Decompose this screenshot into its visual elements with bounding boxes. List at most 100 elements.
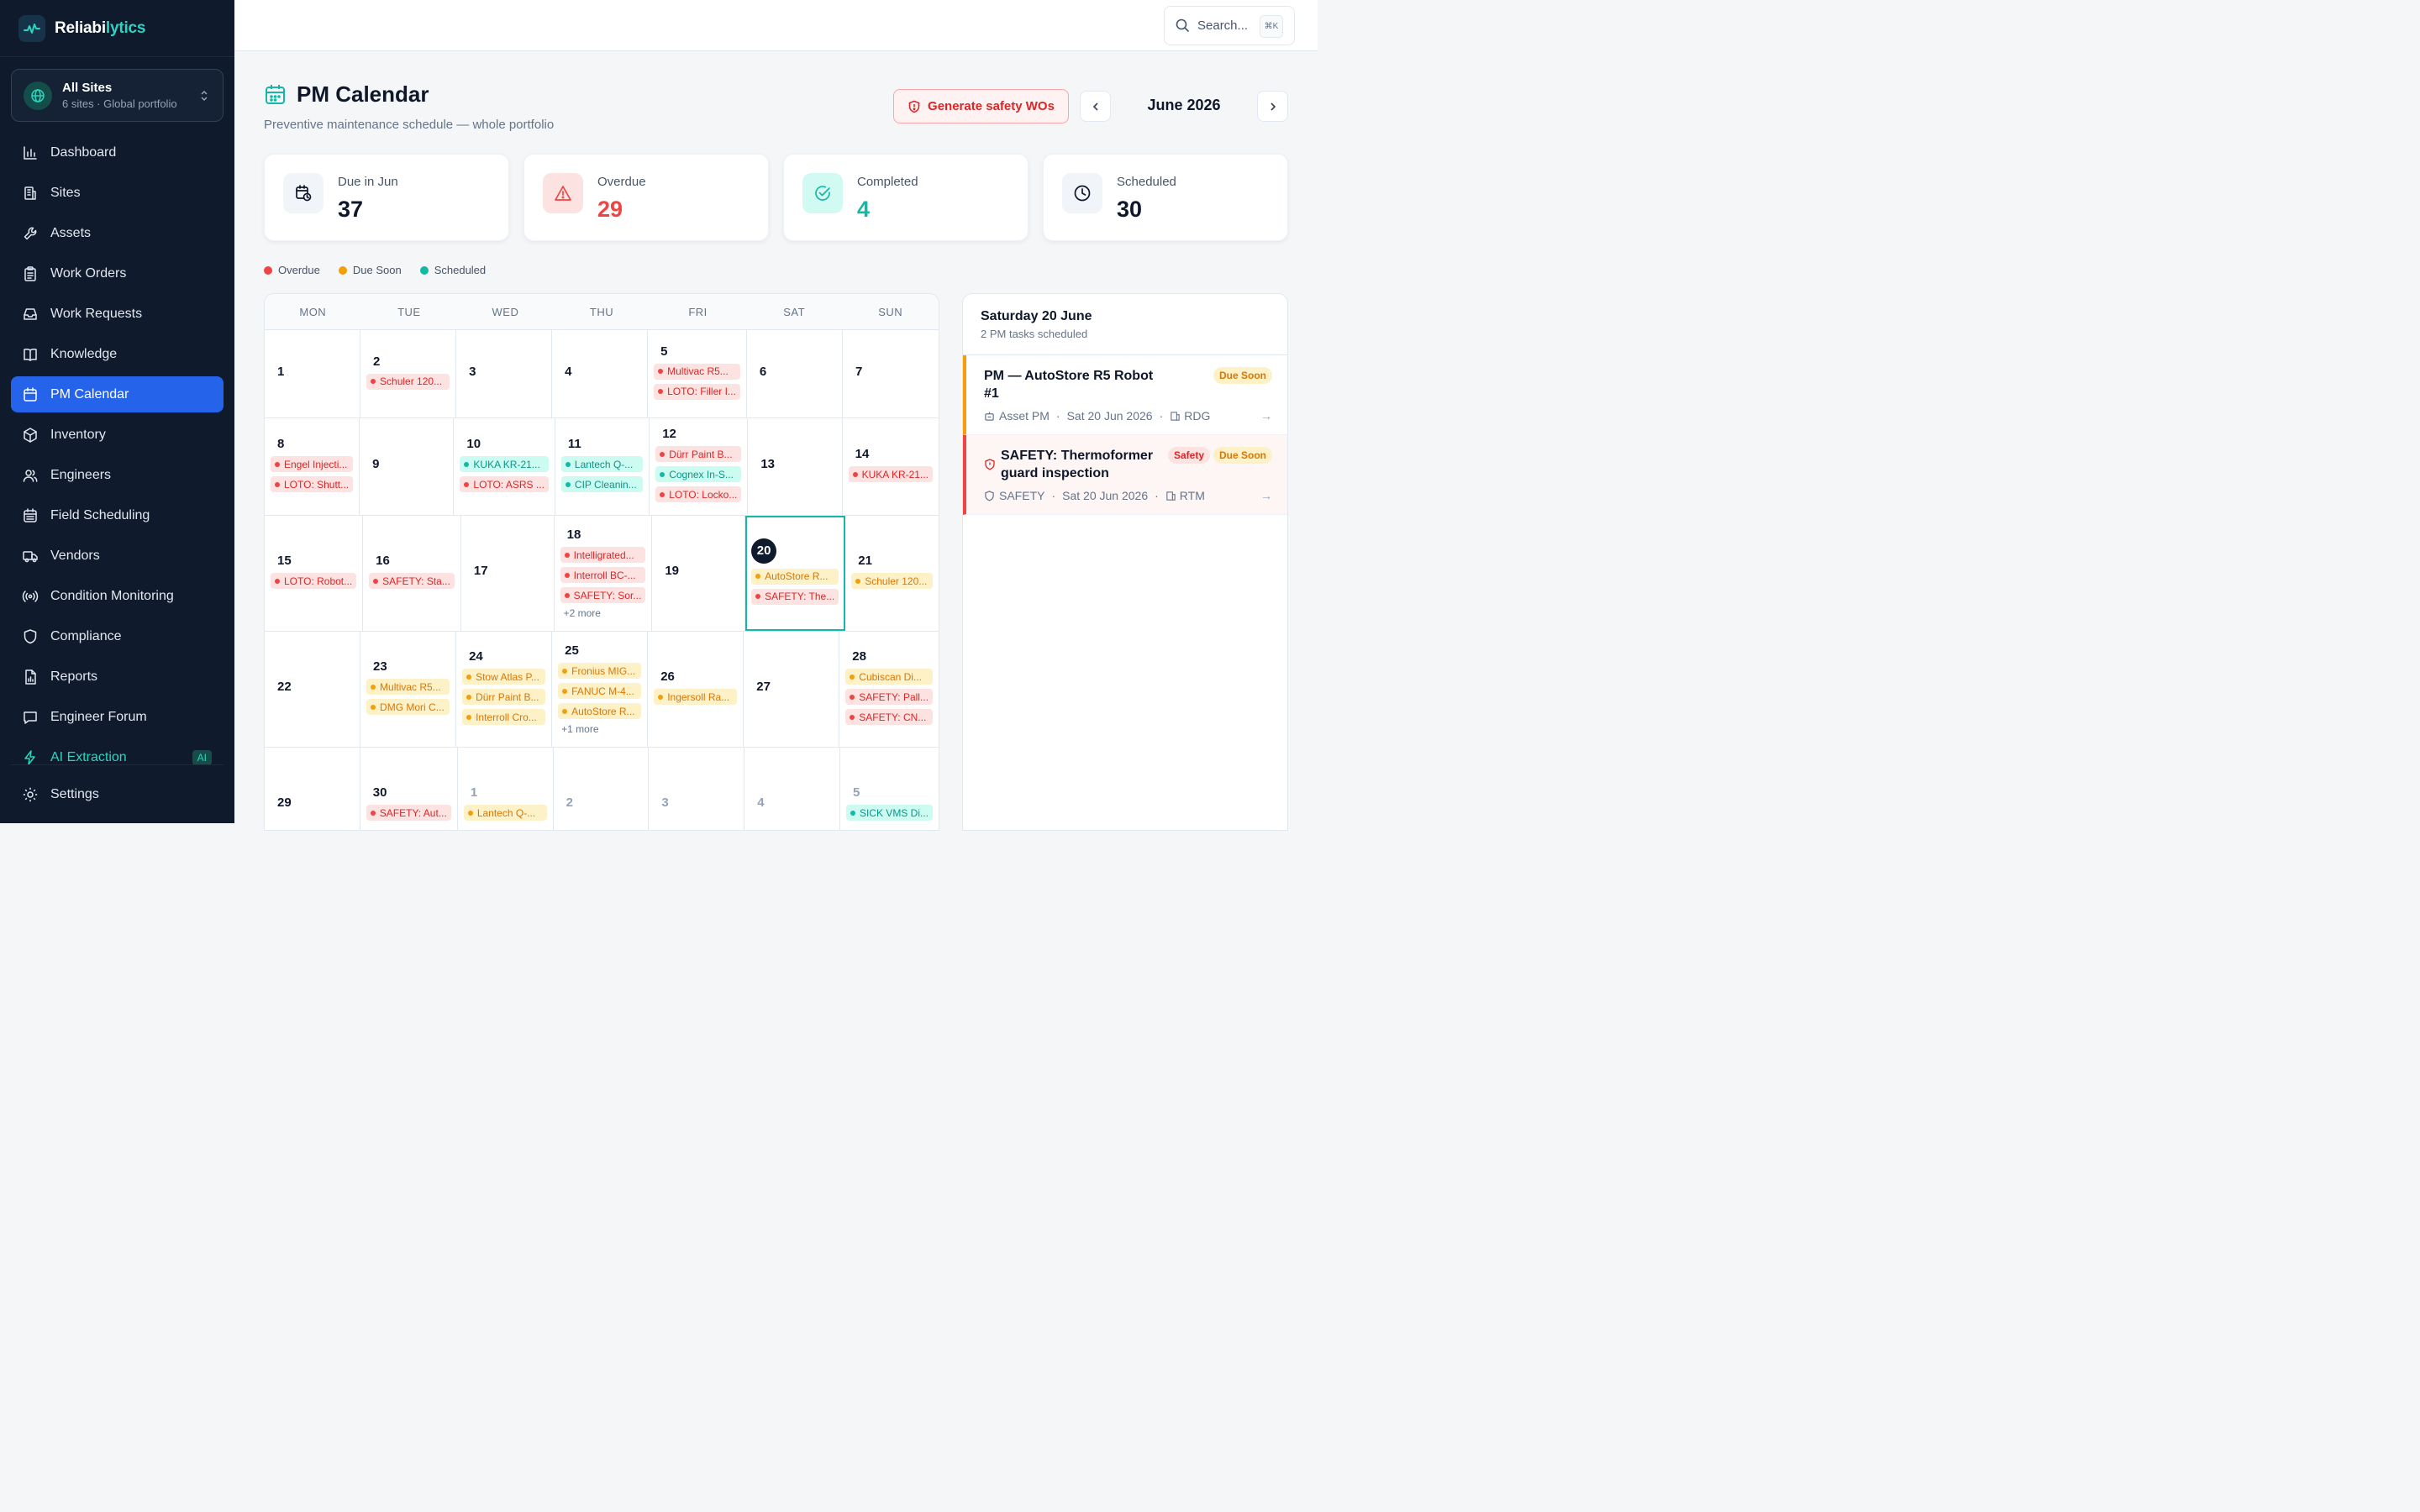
calendar-day-cell[interactable]: 15 LOTO: Robot... xyxy=(265,516,364,631)
calendar-day-cell[interactable]: 26 Ingersoll Ra... xyxy=(648,632,744,747)
calendar-event[interactable]: LOTO: Filler I... xyxy=(654,383,740,400)
sidebar-item-reports[interactable]: Reports xyxy=(11,659,224,695)
sidebar-item-engineers[interactable]: Engineers xyxy=(11,457,224,493)
sidebar-item-assets[interactable]: Assets xyxy=(11,215,224,251)
calendar-event[interactable]: CIP Cleanin... xyxy=(560,476,644,492)
calendar-day-cell[interactable]: 3 xyxy=(649,748,745,830)
calendar-event[interactable]: SICK VMS Di... xyxy=(845,805,933,821)
sidebar-item-compliance[interactable]: Compliance xyxy=(11,618,224,654)
calendar-event[interactable]: Cubiscan Di... xyxy=(845,669,933,685)
calendar-event[interactable]: Fronius MIG... xyxy=(558,663,642,679)
calendar-day-cell[interactable]: 8 Engel Injecti... LOTO: Shutt... xyxy=(265,418,360,515)
search-input[interactable]: Search... ⌘K xyxy=(1164,6,1295,45)
calendar-day-cell[interactable]: 5 SICK VMS Di... xyxy=(840,748,939,830)
calendar-event[interactable]: Multivac R5... xyxy=(654,363,740,380)
calendar-day-cell[interactable]: 23 Multivac R5... DMG Mori C... xyxy=(360,632,457,747)
calendar-event[interactable]: Intelligrated... xyxy=(560,547,646,563)
calendar-event[interactable]: Interroll Cro... xyxy=(462,709,546,725)
calendar-day-cell[interactable]: 30 SAFETY: Aut... xyxy=(360,748,458,830)
calendar-event-label: KUKA KR-21... xyxy=(473,458,540,470)
calendar-event[interactable]: Lantech Q-... xyxy=(560,456,644,472)
sidebar-item-condition-monitoring[interactable]: Condition Monitoring xyxy=(11,578,224,614)
calendar-day-cell[interactable]: 11 Lantech Q-... CIP Cleanin... xyxy=(555,418,650,515)
sidebar-item-sites[interactable]: Sites xyxy=(11,175,224,211)
calendar-event[interactable]: KUKA KR-21... xyxy=(460,456,549,472)
calendar-day-cell[interactable]: 12 Dürr Paint B... Cognex In-S... LOTO: Loc… xyxy=(650,418,749,515)
calendar-day-cell[interactable]: 6 xyxy=(747,330,843,417)
calendar-event[interactable]: AutoStore R... xyxy=(751,568,839,585)
sidebar-item-inventory[interactable]: Inventory xyxy=(11,417,224,453)
calendar-event[interactable]: Ingersoll Ra... xyxy=(654,689,738,705)
calendar-day-cell[interactable]: 25 Fronius MIG... FANUC M-4... AutoStore R.… xyxy=(552,632,649,747)
calendar-day-cell[interactable]: 19 xyxy=(652,516,746,631)
calendar-event[interactable]: Cognex In-S... xyxy=(655,466,742,482)
sidebar-item-dashboard[interactable]: Dashboard xyxy=(11,134,224,171)
prev-month-button[interactable] xyxy=(1080,91,1111,122)
sidebar-item-engineer-forum[interactable]: Engineer Forum xyxy=(11,699,224,735)
next-month-button[interactable] xyxy=(1257,91,1288,122)
pm-task-item[interactable]: SAFETY: Thermoformer guard inspection Saf… xyxy=(963,435,1287,515)
site-switcher[interactable]: All Sites 6 sites · Global portfolio xyxy=(11,69,224,122)
sidebar-item-work-requests[interactable]: Work Requests xyxy=(11,296,224,332)
calendar-day-cell[interactable]: 22 xyxy=(265,632,361,747)
calendar-event[interactable]: LOTO: Robot... xyxy=(271,573,357,589)
brand-logo-icon xyxy=(18,14,45,42)
sidebar-item-field-scheduling[interactable]: Field Scheduling xyxy=(11,497,224,533)
calendar-event[interactable]: LOTO: ASRS ... xyxy=(460,476,549,492)
calendar-event[interactable]: LOTO: Locko... xyxy=(655,486,742,502)
calendar-day-cell[interactable]: 3 xyxy=(456,330,553,417)
calendar-event[interactable]: SAFETY: Pall... xyxy=(845,689,933,705)
calendar-event[interactable]: SAFETY: Aut... xyxy=(366,805,451,821)
pm-task-item[interactable]: PM — AutoStore R5 Robot #1 Due Soon Asset … xyxy=(963,355,1287,435)
calendar-day-cell[interactable]: 13 xyxy=(748,418,843,515)
calendar-event[interactable]: Multivac R5... xyxy=(366,679,450,695)
calendar-day-cell[interactable]: 2 Schuler 120... xyxy=(360,330,457,417)
calendar-event[interactable]: AutoStore R... xyxy=(558,703,642,719)
calendar-event[interactable]: SAFETY: The... xyxy=(751,588,839,605)
calendar-event[interactable]: LOTO: Shutt... xyxy=(271,476,354,492)
calendar-day-cell[interactable]: 9 xyxy=(360,418,455,515)
sidebar-item-settings[interactable]: Settings xyxy=(11,764,224,823)
calendar-event[interactable]: Schuler 120... xyxy=(851,573,933,589)
calendar-event[interactable]: Dürr Paint B... xyxy=(655,446,742,462)
calendar-event[interactable]: SAFETY: Sta... xyxy=(369,573,455,589)
calendar-day-cell[interactable]: 1 xyxy=(265,330,361,417)
sidebar-item-work-orders[interactable]: Work Orders xyxy=(11,255,224,291)
calendar-event[interactable]: Stow Atlas P... xyxy=(462,669,546,685)
calendar-day-cell[interactable]: 18 Intelligrated... Interroll BC-... SAFETY… xyxy=(555,516,653,631)
calendar-event[interactable]: SAFETY: CN... xyxy=(845,709,933,725)
calendar-event[interactable]: FANUC M-4... xyxy=(558,683,642,699)
calendar-day-cell[interactable]: 2 xyxy=(554,748,650,830)
calendar-event[interactable]: Schuler 120... xyxy=(366,373,450,390)
calendar-event[interactable]: Lantech Q-... xyxy=(463,805,547,821)
calendar-event[interactable]: Engel Injecti... xyxy=(271,456,354,472)
calendar-day-cell[interactable]: 5 Multivac R5... LOTO: Filler I... xyxy=(648,330,747,417)
calendar-event[interactable]: KUKA KR-21... xyxy=(848,466,933,482)
sidebar-item-vendors[interactable]: Vendors xyxy=(11,538,224,574)
calendar-day-cell[interactable]: 1 Lantech Q-... xyxy=(458,748,554,830)
calendar-event[interactable]: Interroll BC-... xyxy=(560,567,646,583)
calendar-day-cell[interactable]: 17 xyxy=(461,516,555,631)
calendar-day-cell[interactable]: 14 KUKA KR-21... xyxy=(843,418,939,515)
calendar-day-cell[interactable]: 28 Cubiscan Di... SAFETY: Pall... SAFETY: C… xyxy=(839,632,939,747)
calendar-day-cell[interactable]: 24 Stow Atlas P... Dürr Paint B... Interrol… xyxy=(456,632,553,747)
calendar-day-cell[interactable]: 21 Schuler 120... xyxy=(845,516,939,631)
more-events-link[interactable]: +1 more xyxy=(561,723,641,735)
sidebar-item-knowledge[interactable]: Knowledge xyxy=(11,336,224,372)
calendar-day-cell[interactable]: 27 xyxy=(744,632,840,747)
calendar-day-cell[interactable]: 4 xyxy=(552,330,649,417)
calendar-event[interactable]: Dürr Paint B... xyxy=(462,689,546,705)
calendar-day-cell[interactable]: 20 AutoStore R... SAFETY: The... xyxy=(745,516,846,631)
status-dot xyxy=(466,694,472,700)
calendar-event[interactable]: SAFETY: Sor... xyxy=(560,587,646,603)
more-events-link[interactable]: +2 more xyxy=(564,607,646,619)
calendar-day-cell[interactable]: 16 SAFETY: Sta... xyxy=(363,516,461,631)
sidebar-item-pm-calendar[interactable]: PM Calendar xyxy=(11,376,224,412)
calendar-event[interactable]: DMG Mori C... xyxy=(366,699,450,715)
brand[interactable]: Reliabilytics xyxy=(0,0,234,57)
calendar-day-cell[interactable]: 29 xyxy=(265,748,360,830)
generate-safety-wos-button[interactable]: Generate safety WOs xyxy=(893,89,1069,123)
calendar-day-cell[interactable]: 10 KUKA KR-21... LOTO: ASRS ... xyxy=(454,418,555,515)
calendar-day-cell[interactable]: 4 xyxy=(744,748,840,830)
calendar-day-cell[interactable]: 7 xyxy=(843,330,939,417)
